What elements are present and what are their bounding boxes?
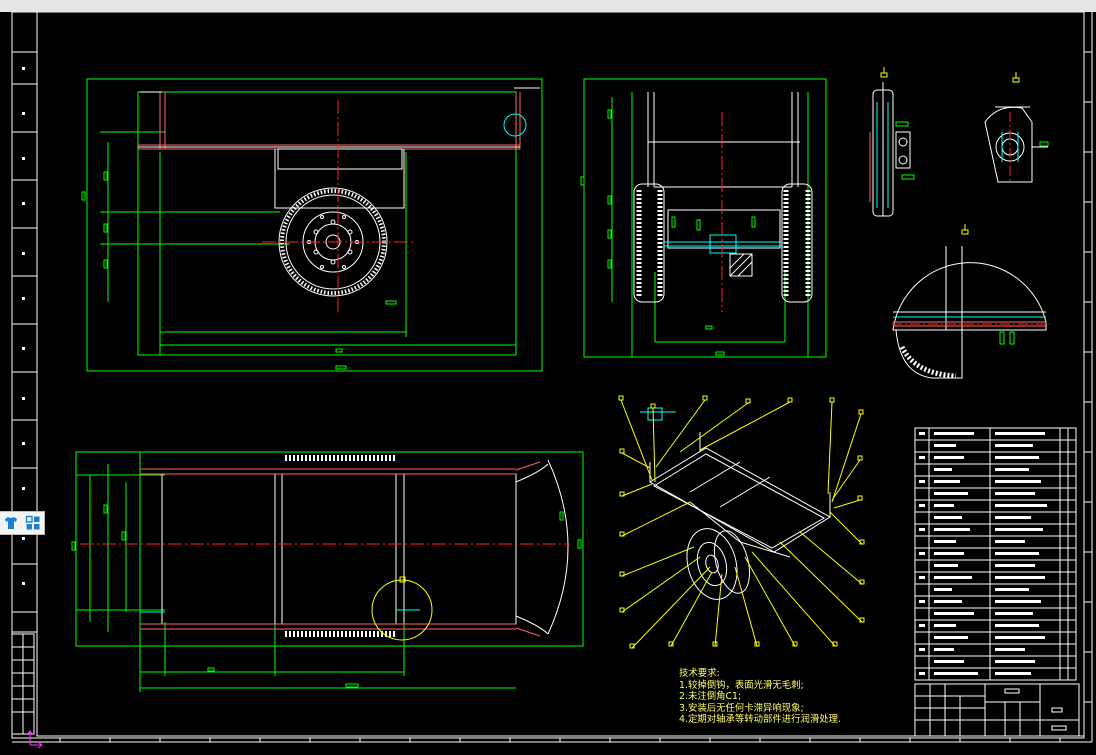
note-line: 4.定期对轴承等转动部件进行润滑处理. [679,714,841,725]
note-line: 3.安装后无任何卡滞异响现象; [679,702,804,714]
parts-list [914,427,1077,681]
notes-title: 技术要求: [679,668,720,679]
note-line: 2.未注倒角C1; [679,691,742,702]
technical-requirements: 技术要求: 1.较掉倒钩，表面光滑无毛刺; 2.未注倒角C1; 3.安装后无任何… [679,668,841,726]
cad-drawing [11,12,1093,749]
note-line: 1.较掉倒钩，表面光滑无毛刺; [679,679,804,691]
shirt-icon[interactable] [3,515,19,531]
title-block [914,683,1080,737]
grid-icon[interactable] [25,515,41,531]
top-view [71,451,584,692]
detail-views [869,67,1050,379]
isometric-view [618,395,865,649]
floating-toolbar [0,511,45,535]
front-view [81,78,543,372]
side-view [580,78,827,358]
cad-canvas[interactable]: 技术要求: 1.较掉倒钩，表面光滑无毛刺; 2.未注倒角C1; 3.安装后无任何… [0,12,1096,755]
